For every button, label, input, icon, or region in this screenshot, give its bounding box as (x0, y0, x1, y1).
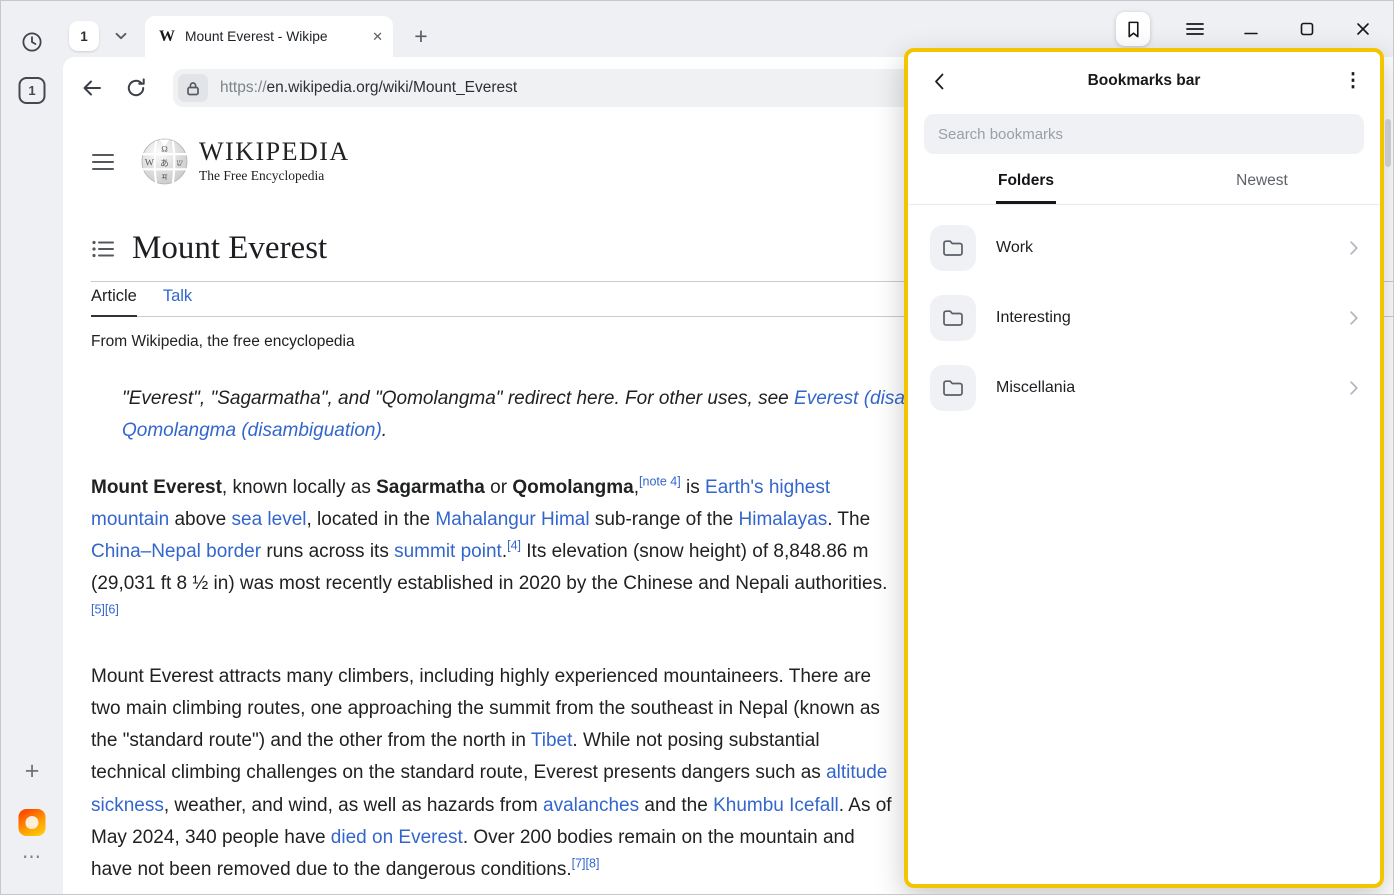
wiki-link[interactable]: died on Everest (331, 827, 463, 848)
url-text: https://en.wikipedia.org/wiki/Mount_Ever… (220, 79, 517, 97)
browser-menu-icon[interactable] (1184, 18, 1206, 40)
wikipedia-favicon: W (159, 28, 175, 46)
reference-link[interactable]: [5][6] (91, 603, 119, 617)
chevron-right-icon (1350, 241, 1358, 255)
search-bookmarks-input[interactable] (924, 114, 1364, 154)
history-icon[interactable] (20, 30, 44, 54)
wiki-link[interactable]: Mahalangur Himal (435, 509, 589, 530)
svg-text:ש: ש (177, 157, 184, 167)
chevron-right-icon (1350, 311, 1358, 325)
folder-icon (930, 295, 976, 341)
url-path: en.wikipedia.org/wiki/Mount_Everest (267, 79, 518, 96)
wiki-hamburger-icon[interactable] (91, 151, 115, 173)
maximize-button[interactable] (1296, 18, 1318, 40)
url-scheme: https:// (220, 79, 267, 96)
rail-more-icon[interactable]: ⋯ (22, 846, 42, 869)
new-tab-button[interactable]: + (407, 22, 435, 50)
folder-icon (930, 225, 976, 271)
reference-link[interactable]: [7][8] (572, 856, 600, 870)
bookmark-folder-row[interactable]: Interesting (908, 283, 1380, 353)
wiki-link[interactable]: Himalayas (739, 509, 828, 530)
wiki-link[interactable]: avalanches (543, 795, 639, 816)
tab-talk[interactable]: Talk (163, 287, 192, 316)
lock-icon[interactable] (178, 74, 208, 102)
rail-add-icon[interactable]: + (25, 757, 40, 786)
folder-label: Interesting (996, 309, 1071, 327)
contents-list-icon[interactable] (91, 239, 115, 259)
reference-link[interactable]: [note 4] (639, 474, 681, 488)
folder-label: Miscellania (996, 379, 1075, 397)
wiki-link[interactable]: sea level (232, 509, 307, 530)
reload-icon[interactable] (121, 73, 151, 103)
chevron-right-icon (1350, 381, 1358, 395)
bookmarks-panel: Bookmarks bar ⋮ Folders Newest Work (904, 48, 1384, 888)
bookmark-folder-row[interactable]: Miscellania (908, 353, 1380, 423)
bookmarks-panel-title: Bookmarks bar (1088, 72, 1201, 90)
bookmarks-tabs: Folders Newest (908, 170, 1380, 205)
svg-text:म: म (162, 172, 168, 182)
article-paragraph-1: Mount Everest, known locally as Sagarmat… (91, 472, 898, 633)
tab-close-icon[interactable]: ✕ (372, 29, 383, 45)
left-rail: 1 + ⋯ (1, 1, 63, 894)
tab-group-button[interactable]: 1 (69, 21, 99, 51)
wikipedia-wordmark: WIKIPEDIA The Free Encyclopedia (199, 137, 350, 184)
bookmarks-sidebar-icon[interactable] (1116, 12, 1150, 46)
tab-article[interactable]: Article (91, 287, 137, 317)
wordmark-subtitle: The Free Encyclopedia (199, 168, 350, 184)
window-controls (1116, 12, 1393, 46)
wordmark-title: WIKIPEDIA (199, 137, 350, 166)
bookmarks-folder-list: Work Interesting Miscellania (908, 213, 1380, 423)
wikipedia-globe-icon: Ω W あ ש म (141, 135, 188, 186)
wikipedia-logo[interactable]: Ω W あ ש म WIKIPEDIA The Free Encyclopedi… (141, 135, 350, 186)
wiki-link[interactable]: Tibet (531, 730, 573, 751)
kebab-menu-icon[interactable]: ⋮ (1340, 70, 1366, 93)
wiki-link[interactable]: China–Nepal border (91, 541, 261, 562)
svg-text:あ: あ (160, 158, 169, 168)
tab-title: Mount Everest - Wikipe (185, 29, 366, 44)
wiki-link[interactable]: summit point (394, 541, 502, 562)
bookmarks-search (924, 114, 1364, 154)
folder-label: Work (996, 239, 1033, 257)
folder-icon (930, 365, 976, 411)
active-tab[interactable]: W Mount Everest - Wikipe ✕ (145, 16, 393, 57)
svg-text:Ω: Ω (161, 144, 168, 154)
article-paragraph-2: Mount Everest attracts many climbers, in… (91, 661, 898, 886)
minimize-button[interactable] (1240, 18, 1262, 40)
back-chevron-icon[interactable] (926, 68, 952, 94)
wiki-link[interactable]: Khumbu Icefall (713, 795, 839, 816)
browser-logo[interactable] (19, 809, 46, 836)
browser-window: 1 + ⋯ 1 W Mount Everest - Wikipe ✕ + (0, 0, 1394, 895)
page-scrollbar[interactable] (1385, 119, 1391, 167)
back-icon[interactable] (77, 73, 107, 103)
tab-newest[interactable]: Newest (1144, 170, 1380, 204)
sidebar-tab-counter[interactable]: 1 (19, 77, 46, 104)
tab-folders[interactable]: Folders (908, 170, 1144, 204)
close-window-button[interactable] (1352, 18, 1374, 40)
tab-list-chevron-icon[interactable] (109, 24, 133, 48)
page-title: Mount Everest (132, 230, 327, 267)
bookmarks-panel-header: Bookmarks bar ⋮ (908, 52, 1380, 110)
reference-link[interactable]: [4] (507, 538, 521, 552)
bookmark-folder-row[interactable]: Work (908, 213, 1380, 283)
svg-text:W: W (145, 157, 155, 168)
wiki-link[interactable]: Qomolangma (disambiguation) (122, 420, 382, 441)
